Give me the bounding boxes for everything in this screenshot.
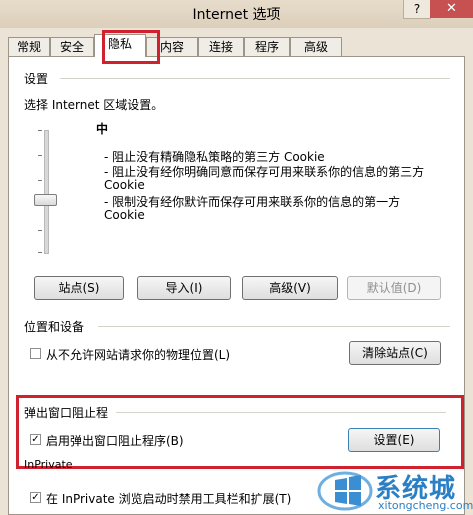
privacy-desc-3b: Cookie xyxy=(104,208,145,222)
watermark-url: xitongcheng.com xyxy=(378,499,473,512)
inprivate-checkbox-label[interactable]: 在 InPrivate 浏览启动时禁用工具栏和扩展(T) xyxy=(46,490,291,507)
popup-settings-button[interactable]: 设置(E) xyxy=(348,428,440,452)
watermark-logo-icon xyxy=(317,471,373,511)
privacy-level: 中 xyxy=(96,122,109,136)
slider-tick xyxy=(38,155,42,156)
import-button[interactable]: 导入(I) xyxy=(137,276,231,300)
advanced-button[interactable]: 高级(V) xyxy=(242,276,338,300)
popup-divider xyxy=(116,412,446,413)
slider-tick xyxy=(38,180,42,181)
location-checkbox[interactable] xyxy=(30,348,41,359)
tab-programs[interactable]: 程序 xyxy=(244,37,290,56)
tab-security[interactable]: 安全 xyxy=(50,37,94,56)
help-button[interactable]: ? xyxy=(403,0,431,19)
close-button[interactable]: ✕ xyxy=(430,0,473,18)
tab-general[interactable]: 常规 xyxy=(8,37,50,56)
privacy-desc-3: - 限制没有经你默许而保存可用来联系你的信息的第一方 xyxy=(104,195,401,209)
inprivate-heading: InPrivate xyxy=(24,458,73,471)
location-heading: 位置和设备 xyxy=(24,320,85,334)
privacy-desc-2b: Cookie xyxy=(104,178,145,192)
slider-tick xyxy=(38,230,42,231)
privacy-slider-thumb[interactable] xyxy=(34,194,57,206)
sites-button[interactable]: 站点(S) xyxy=(34,276,124,300)
privacy-desc-2: - 阻止没有经你明确同意而保存可用来联系你的信息的第三方 xyxy=(104,165,425,179)
popup-heading: 弹出窗口阻止程 xyxy=(24,406,109,420)
default-button[interactable]: 默认值(D) xyxy=(347,276,441,300)
privacy-tab-highlight xyxy=(102,30,160,64)
settings-instruction: 选择 Internet 区域设置。 xyxy=(24,98,164,112)
location-divider xyxy=(98,326,450,327)
inprivate-checkbox[interactable]: ✓ xyxy=(30,492,41,503)
settings-heading: 设置 xyxy=(24,72,49,86)
title-bar: Internet 选项 ? ✕ xyxy=(0,0,473,28)
popup-checkbox-label[interactable]: 启用弹出窗口阻止程序(B) xyxy=(46,432,184,449)
tab-connections[interactable]: 连接 xyxy=(198,37,244,56)
clear-sites-button[interactable]: 清除站点(C) xyxy=(349,341,441,365)
tab-advanced[interactable]: 高级 xyxy=(290,37,342,56)
popup-blocker-checkbox[interactable]: ✓ xyxy=(30,434,41,445)
slider-tick xyxy=(38,252,42,253)
location-checkbox-label[interactable]: 从不允许网站请求你的物理位置(L) xyxy=(46,346,230,363)
settings-divider xyxy=(60,78,450,79)
privacy-slider-track[interactable] xyxy=(44,130,49,254)
slider-tick xyxy=(38,130,42,131)
